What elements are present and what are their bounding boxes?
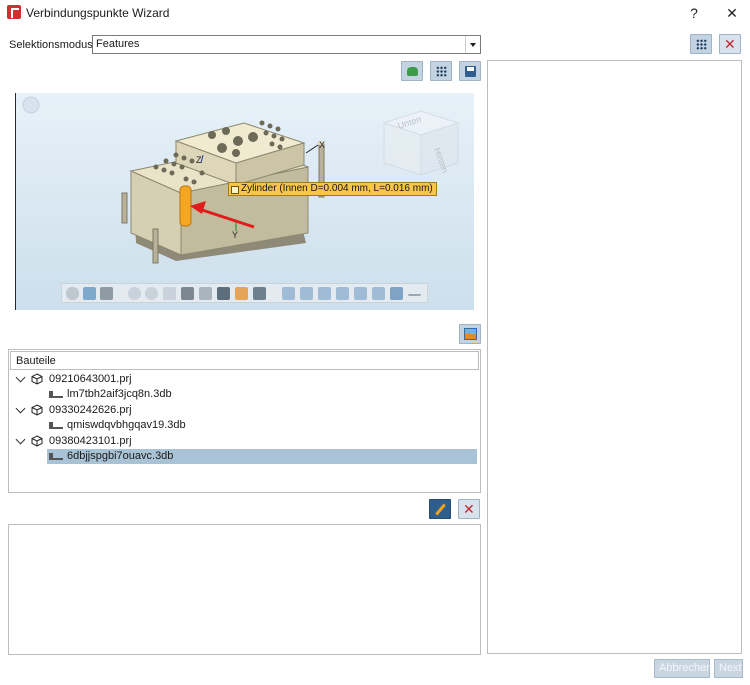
close-window-button[interactable]: ✕ <box>717 3 747 23</box>
details-panel <box>8 524 481 655</box>
tree-item-project[interactable]: 09380423101.prj <box>15 434 475 449</box>
tree-item-part-selected[interactable]: 6dbjjspgbi7ouavc.3db <box>47 449 475 464</box>
shaded-view-icon[interactable] <box>83 287 96 300</box>
cancel-button[interactable]: Abbrechen <box>654 659 712 678</box>
svg-text:Z: Z <box>196 155 202 165</box>
part-file-icon <box>49 390 63 398</box>
section-icon[interactable] <box>181 287 194 300</box>
view-bottom-icon[interactable] <box>372 287 385 300</box>
feature-tooltip: Zylinder (Innen D=0.004 mm, L=0.016 mm) <box>228 182 437 196</box>
chevron-down-icon[interactable] <box>408 288 421 296</box>
help-button[interactable]: ? <box>679 3 709 23</box>
view-front-icon[interactable] <box>282 287 295 300</box>
view-iso-icon[interactable] <box>390 287 403 300</box>
chevron-down-icon[interactable] <box>15 403 26 414</box>
delete-x-icon: ✕ <box>463 501 475 517</box>
grid-dots-icon <box>696 39 707 50</box>
view-left-icon[interactable] <box>318 287 331 300</box>
fit-view-icon[interactable] <box>145 287 158 300</box>
chevron-down-icon[interactable] <box>15 372 26 383</box>
3d-model-render: Unten Hinten X Z Y <box>22 96 460 264</box>
part-label: qmiswdqvbhgqav19.3db <box>67 419 186 431</box>
connection-points-list[interactable] <box>487 60 742 654</box>
pencil-icon <box>435 503 446 516</box>
view-reset-button[interactable] <box>401 61 423 81</box>
part-label: lm7tbh2aif3jcq8n.3db <box>67 388 172 400</box>
edit-button[interactable] <box>429 499 451 519</box>
cube-icon <box>31 404 43 416</box>
tree-item-project[interactable]: 09330242626.prj <box>15 403 475 418</box>
cube-icon <box>31 373 43 385</box>
view-toolbar <box>61 283 428 303</box>
tree-item-project[interactable]: 09210643001.prj <box>15 372 475 387</box>
selection-mode-label: Selektionsmodus: <box>9 39 96 51</box>
tree-column-header: Bauteile <box>10 351 479 370</box>
delete-button[interactable]: ✕ <box>458 499 480 519</box>
project-label: 09210643001.prj <box>49 373 132 385</box>
chevron-down-icon[interactable] <box>15 434 26 445</box>
grid-view-button[interactable] <box>690 34 712 54</box>
tree-item-part[interactable]: qmiswdqvbhgqav19.3db <box>47 418 475 433</box>
save-button[interactable] <box>459 61 481 81</box>
grid-select-button[interactable] <box>430 61 452 81</box>
view-back-icon[interactable] <box>300 287 313 300</box>
view-top-icon[interactable] <box>354 287 367 300</box>
cube-icon <box>31 435 43 447</box>
rotate-icon[interactable] <box>163 287 176 300</box>
material-icon[interactable] <box>235 287 248 300</box>
display-mode-icon[interactable] <box>253 287 266 300</box>
measure-icon[interactable] <box>217 287 230 300</box>
selection-mode-dropdown[interactable]: Features <box>92 35 481 54</box>
app-logo-icon <box>7 5 21 19</box>
next-button[interactable]: Next <box>714 659 743 678</box>
selection-mode-value: Features <box>96 38 140 50</box>
project-label: 09380423101.prj <box>49 435 132 447</box>
cylinder-view-icon[interactable] <box>66 287 79 300</box>
snapshot-button[interactable] <box>459 324 481 344</box>
tree-item-part[interactable]: lm7tbh2aif3jcq8n.3db <box>47 387 475 402</box>
svg-text:X: X <box>319 140 325 150</box>
zoom-icon[interactable] <box>128 287 141 300</box>
chevron-down-icon <box>465 36 480 53</box>
view-right-icon[interactable] <box>336 287 349 300</box>
part-file-icon <box>49 452 63 460</box>
right-delete-button[interactable]: ✕ <box>719 34 741 54</box>
wireframe-icon[interactable] <box>199 287 212 300</box>
green-shape-icon <box>407 67 418 76</box>
grid-dots-icon <box>436 66 447 77</box>
picture-icon <box>464 328 477 340</box>
delete-x-icon: ✕ <box>724 36 736 52</box>
project-label: 09330242626.prj <box>49 404 132 416</box>
part-label: 6dbjjspgbi7ouavc.3db <box>67 450 174 462</box>
svg-text:Y: Y <box>232 230 238 240</box>
save-icon <box>465 66 476 77</box>
window-title: Verbindungspunkte Wizard <box>26 6 170 20</box>
part-file-icon <box>49 421 63 429</box>
solid-view-icon[interactable] <box>100 287 113 300</box>
3d-viewport[interactable]: Unten Hinten X Z Y <box>15 93 474 310</box>
